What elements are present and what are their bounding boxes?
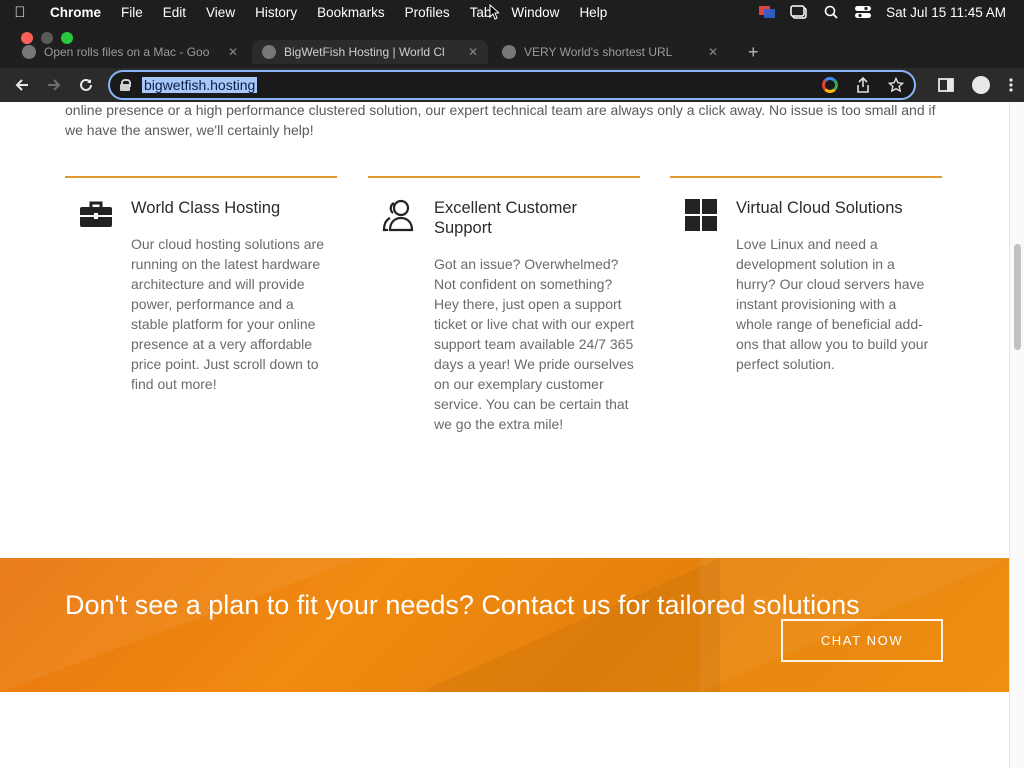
feature-customer-support: Excellent Customer Support Got an issue?… (368, 176, 640, 432)
tab-title: BigWetFish Hosting | World Cl (284, 45, 445, 59)
feature-title: Virtual Cloud Solutions (736, 199, 903, 217)
menu-history[interactable]: History (245, 5, 307, 20)
lock-icon[interactable] (120, 79, 131, 91)
site-favicon-icon (502, 45, 516, 59)
feature-text: Our cloud hosting solutions are running … (131, 236, 324, 392)
menu-app-name[interactable]: Chrome (40, 5, 111, 20)
banner-heading: Don't see a plan to fit your needs? Cont… (65, 590, 860, 620)
browser-toolbar: bigwetfish.hosting (0, 68, 1024, 102)
close-tab-icon[interactable]: ✕ (708, 45, 718, 59)
site-favicon-icon (262, 45, 276, 59)
menu-profiles[interactable]: Profiles (395, 5, 460, 20)
close-tab-icon[interactable]: ✕ (228, 45, 238, 59)
star-icon[interactable] (888, 77, 904, 93)
tab-title: VERY World's shortest URL (524, 45, 673, 59)
feature-text: Got an issue? Overwhelmed? Not confident… (434, 256, 634, 432)
contact-banner: Don't see a plan to fit your needs? Cont… (0, 558, 1009, 692)
feature-virtual-cloud: Virtual Cloud Solutions Love Linux and n… (670, 176, 942, 372)
banner-decoration (420, 558, 720, 692)
back-button[interactable] (6, 69, 38, 101)
tab[interactable]: Open rolls files on a Mac - Goo ✕ (12, 40, 248, 64)
grid-icon (685, 199, 717, 231)
profile-avatar-icon[interactable] (972, 76, 990, 94)
arrow-left-icon (15, 79, 28, 91)
briefcase-icon (80, 201, 112, 227)
feature-title: Excellent Customer Support (434, 199, 578, 237)
side-panel-icon[interactable] (938, 77, 954, 93)
google-lens-icon[interactable] (822, 77, 838, 93)
more-menu-icon[interactable] (1008, 77, 1014, 93)
chat-now-button[interactable]: CHAT NOW (781, 619, 943, 662)
tab-title: Open rolls files on a Mac - Goo (44, 45, 210, 59)
macos-menu-bar:  Chrome File Edit View History Bookmark… (0, 0, 1024, 24)
menu-help[interactable]: Help (569, 5, 617, 20)
feature-text: Love Linux and need a development soluti… (736, 236, 929, 372)
reload-button[interactable] (70, 69, 102, 101)
clock[interactable]: Sat Jul 15 11:45 AM (886, 5, 1006, 20)
tab-active[interactable]: BigWetFish Hosting | World Cl ✕ (252, 40, 488, 64)
intro-text: online presence or a high performance cl… (65, 102, 936, 138)
menu-edit[interactable]: Edit (153, 5, 196, 20)
reload-icon (80, 78, 92, 91)
menu-bookmarks[interactable]: Bookmarks (307, 5, 395, 20)
screen-share-icon[interactable] (758, 5, 776, 19)
feature-world-class-hosting: World Class Hosting Our cloud hosting so… (65, 176, 337, 392)
feature-title: World Class Hosting (131, 199, 281, 217)
url-text[interactable]: bigwetfish.hosting (142, 77, 258, 93)
close-tab-icon[interactable]: ✕ (468, 45, 478, 59)
menu-window[interactable]: Window (501, 5, 569, 20)
search-icon[interactable] (822, 5, 840, 19)
browser-tab-strip: Open rolls files on a Mac - Goo ✕ BigWet… (0, 24, 1024, 68)
page-scrollbar[interactable] (1009, 102, 1024, 768)
new-tab-button[interactable]: + (732, 40, 759, 64)
web-page: online presence or a high performance cl… (0, 102, 1009, 768)
menu-file[interactable]: File (111, 5, 153, 20)
status-area: Sat Jul 15 11:45 AM (758, 5, 1024, 20)
menu-view[interactable]: View (196, 5, 245, 20)
window-icon[interactable] (790, 5, 808, 19)
arrow-right-icon (48, 79, 61, 91)
tab[interactable]: VERY World's shortest URL ✕ (492, 40, 728, 64)
banner-decoration (0, 558, 360, 692)
mouse-cursor-icon (489, 4, 499, 20)
tabs: Open rolls files on a Mac - Goo ✕ BigWet… (12, 40, 759, 64)
apple-icon[interactable]:  (0, 4, 40, 21)
address-bar[interactable]: bigwetfish.hosting (108, 70, 916, 100)
google-favicon-icon (22, 45, 36, 59)
forward-button[interactable] (38, 69, 70, 101)
users-icon (382, 199, 414, 232)
share-icon[interactable] (856, 77, 870, 93)
control-center-icon[interactable] (854, 5, 872, 19)
scrollbar-thumb[interactable] (1014, 244, 1021, 350)
